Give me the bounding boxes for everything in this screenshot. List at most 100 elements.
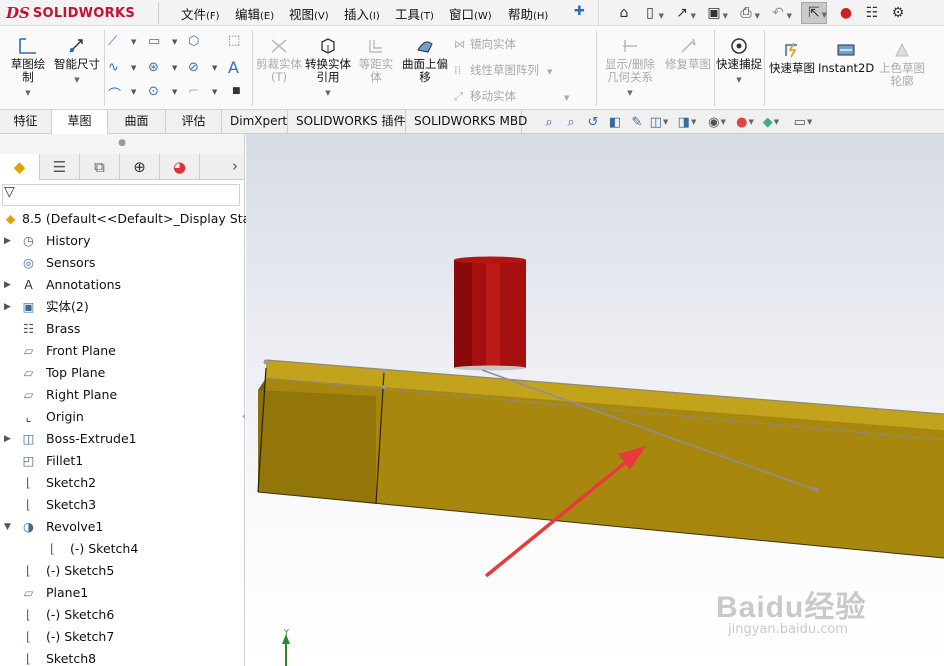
new-file-icon[interactable]: ▯ ▼ bbox=[637, 2, 664, 24]
undo-icon[interactable]: ↶ ▼ bbox=[765, 2, 792, 24]
point-tool-icon[interactable]: ■ bbox=[232, 86, 241, 96]
more-tabs-icon[interactable]: › bbox=[232, 157, 238, 175]
menu-file[interactable]: 文件(F) bbox=[181, 4, 220, 23]
menu-view[interactable]: 视图(V) bbox=[289, 4, 329, 23]
convert-entities-button[interactable]: 转换实体引用 ▼ bbox=[304, 36, 352, 100]
dimxpert-manager-tab-icon[interactable]: ⊕ bbox=[120, 154, 160, 180]
home-icon[interactable]: ⌂ bbox=[611, 2, 637, 24]
spline-tool-icon[interactable]: ∿ bbox=[108, 60, 119, 75]
hide-show-items-icon[interactable]: ◉ ▼ bbox=[706, 112, 728, 132]
feature-tree-item[interactable]: ▶ ◫ Boss-Extrude1 bbox=[0, 428, 244, 450]
expand-arrow-icon[interactable]: ▶ bbox=[4, 230, 11, 252]
quick-snaps-button[interactable]: 快速捕捉 ▼ bbox=[716, 36, 762, 87]
smart-dimension-button[interactable]: 智能尺寸 ▼ bbox=[54, 36, 100, 87]
slot-tool-icon[interactable]: ⊛ bbox=[148, 60, 159, 75]
configuration-manager-tab-icon[interactable]: ⧉ bbox=[80, 154, 120, 180]
display-delete-relations-button[interactable]: 显示/删除几何关系 ▼ bbox=[600, 36, 660, 100]
feature-manager-tab-icon[interactable]: ◆ bbox=[0, 154, 40, 180]
feature-tree-item[interactable]: ◎ Sensors bbox=[0, 252, 244, 274]
rectangle-tool-icon[interactable]: ▭ bbox=[148, 34, 160, 49]
menu-insert[interactable]: 插入(I) bbox=[344, 4, 380, 23]
feature-tree-item[interactable]: ▱ Top Plane bbox=[0, 362, 244, 384]
open-icon[interactable]: ↗ ▼ bbox=[669, 2, 696, 24]
polygon-tool-icon[interactable]: ⬡ bbox=[188, 34, 199, 49]
circle-tool-dropdown[interactable]: ▼ bbox=[172, 88, 177, 96]
tab-dimxpert[interactable]: DimXpert bbox=[222, 110, 288, 134]
tab-sketch[interactable]: 草图 bbox=[52, 110, 108, 135]
view-orientation-icon[interactable]: ◫ ▼ bbox=[648, 112, 670, 132]
instant2d-button[interactable]: Instant2D bbox=[818, 40, 874, 75]
feature-tree-item[interactable]: ▱ Right Plane bbox=[0, 384, 244, 406]
expand-arrow-icon[interactable]: ▶ bbox=[4, 428, 11, 450]
linear-pattern-button[interactable]: ⁞⁞ 线性草图阵列 ▼ bbox=[454, 62, 552, 78]
tree-root-part[interactable]: ◆ 8.5 (Default<<Default>_Display State bbox=[0, 208, 263, 230]
text-tool-icon[interactable]: A bbox=[228, 58, 239, 77]
file-properties-icon[interactable]: ☷ bbox=[859, 2, 885, 24]
pin-menu-icon[interactable]: ✚ bbox=[574, 4, 585, 19]
menu-tools[interactable]: 工具(T) bbox=[395, 4, 434, 23]
arc-tool-icon[interactable]: ⌒ bbox=[108, 84, 121, 103]
fillet-sketch-dropdown[interactable]: ▼ bbox=[212, 88, 217, 96]
tab-features[interactable]: 特征 bbox=[0, 110, 52, 134]
fillet-sketch-icon[interactable]: ⌐ bbox=[188, 84, 199, 99]
repair-sketch-button[interactable]: 修复草图 bbox=[664, 36, 712, 71]
rebuild-icon[interactable]: ● bbox=[833, 2, 859, 24]
tab-solidworks-mbd[interactable]: SOLIDWORKS MBD bbox=[406, 110, 527, 134]
ellipse-tool-dropdown[interactable]: ▼ bbox=[212, 64, 217, 72]
filter-input[interactable] bbox=[2, 184, 240, 206]
feature-tree-item[interactable]: ⌊ (-) Sketch4 bbox=[0, 538, 244, 560]
feature-tree-item[interactable]: ▶ ◷ History bbox=[0, 230, 244, 252]
spline-tool-dropdown[interactable]: ▼ bbox=[131, 64, 136, 72]
expand-arrow-icon[interactable]: ▶ bbox=[4, 296, 11, 318]
menu-help[interactable]: 帮助(H) bbox=[508, 4, 548, 23]
collapse-arrow-icon[interactable]: ▼ bbox=[4, 516, 11, 538]
tab-surfaces[interactable]: 曲面 bbox=[108, 110, 166, 134]
feature-tree-item[interactable]: ⌊ Sketch2 bbox=[0, 472, 244, 494]
feature-tree-item[interactable]: ⌊ Sketch8 bbox=[0, 648, 244, 666]
menu-window[interactable]: 窗口(W) bbox=[449, 4, 492, 23]
display-style-icon[interactable]: ◨ ▼ bbox=[676, 112, 698, 132]
feature-tree-item[interactable]: ⌞ Origin bbox=[0, 406, 244, 428]
display-manager-tab-icon[interactable]: ◕ bbox=[160, 154, 200, 180]
offset-on-surface-button[interactable]: 曲面上偏移 bbox=[402, 36, 448, 84]
rapid-sketch-button[interactable]: 快速草图 bbox=[768, 40, 816, 75]
solidworks-logo[interactable]: DS SOLIDWORKS bbox=[6, 3, 135, 23]
ellipse-tool-icon[interactable]: ⊘ bbox=[188, 60, 199, 75]
trim-entities-button[interactable]: 剪裁实体(T) bbox=[256, 36, 302, 84]
line-tool-icon[interactable]: ⟋ bbox=[108, 34, 117, 49]
tab-solidworks-addins[interactable]: SOLIDWORKS 插件 bbox=[288, 110, 406, 134]
expand-arrow-icon[interactable]: ▶ bbox=[4, 274, 11, 296]
shaded-contours-button[interactable]: 上色草图轮廓 bbox=[876, 40, 928, 88]
move-entities-button[interactable]: ⤢ 移动实体 ▼ bbox=[454, 88, 569, 104]
tab-evaluate[interactable]: 评估 bbox=[166, 110, 222, 134]
menu-edit[interactable]: 编辑(E) bbox=[235, 4, 274, 23]
filter-icon[interactable]: ▽ bbox=[4, 184, 15, 200]
circle-tool-icon[interactable]: ⊙ bbox=[148, 84, 159, 99]
feature-tree-item[interactable]: ◰ Fillet1 bbox=[0, 450, 244, 472]
mirror-entities-button[interactable]: ⋈ 镜向实体 bbox=[454, 36, 516, 52]
feature-tree-item[interactable]: ⌊ (-) Sketch7 bbox=[0, 626, 244, 648]
graphics-area[interactable]: Baidu经验 jingyan.baidu.com bbox=[246, 134, 944, 666]
offset-entities-button[interactable]: 等距实体 bbox=[354, 36, 398, 84]
feature-tree-item[interactable]: ⌊ (-) Sketch6 bbox=[0, 604, 244, 626]
feature-tree-item[interactable]: ⌊ (-) Sketch5 bbox=[0, 560, 244, 582]
feature-tree-item[interactable]: ▼ ◑ Revolve1 bbox=[0, 516, 244, 538]
save-icon[interactable]: ▣ ▼ bbox=[701, 2, 728, 24]
zoom-to-fit-icon[interactable]: ⌕ bbox=[538, 112, 560, 132]
sketch-button[interactable]: 草图绘制 ▼ bbox=[6, 36, 50, 100]
feature-tree-item[interactable]: ▱ Plane1 bbox=[0, 582, 244, 604]
sketch-endpoint[interactable] bbox=[813, 487, 819, 493]
view-settings-icon[interactable]: ▭ ▼ bbox=[792, 112, 814, 132]
feature-tree-item[interactable]: ▱ Front Plane bbox=[0, 340, 244, 362]
property-manager-tab-icon[interactable]: ☰ bbox=[40, 154, 80, 180]
slot-tool-dropdown[interactable]: ▼ bbox=[172, 64, 177, 72]
section-view-icon[interactable]: ◧ bbox=[604, 112, 626, 132]
dynamic-annotation-icon[interactable]: ✎ bbox=[626, 112, 648, 132]
line-tool-dropdown[interactable]: ▼ bbox=[131, 38, 136, 46]
feature-tree-item[interactable]: ▶ A Annotations bbox=[0, 274, 244, 296]
print-icon[interactable]: ⎙ ▼ bbox=[733, 2, 760, 24]
apply-scene-icon[interactable]: ◆ ▼ bbox=[760, 112, 782, 132]
feature-tree-item[interactable]: ▶ ▣ 实体(2) bbox=[0, 296, 244, 318]
select-icon[interactable]: ⇱ ▼ bbox=[801, 2, 827, 24]
feature-tree-item[interactable]: ☷ Brass bbox=[0, 318, 244, 340]
